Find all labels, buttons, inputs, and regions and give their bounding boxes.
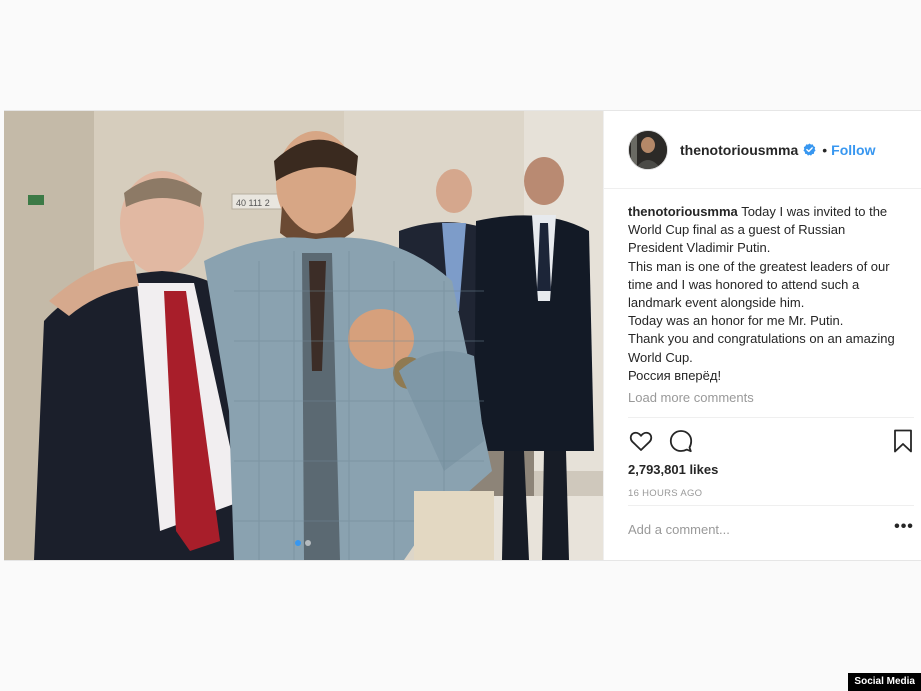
actions-divider xyxy=(628,417,914,453)
comment-input[interactable] xyxy=(628,518,868,540)
comment-bubble-icon[interactable] xyxy=(668,428,694,454)
separator-dot: • xyxy=(822,141,828,158)
bookmark-icon[interactable] xyxy=(890,428,916,454)
likes-count[interactable]: 2,793,801 likes xyxy=(628,462,718,477)
carousel-dot[interactable] xyxy=(305,540,311,546)
caption-line-2: This man is one of the greatest leaders … xyxy=(628,258,890,311)
caption-line-4: Thank you and congratulations on an amaz… xyxy=(628,331,895,365)
follow-button[interactable]: Follow xyxy=(831,142,875,158)
avatar-image xyxy=(629,130,667,169)
photo-illustration: 40 111 2 xyxy=(4,111,603,560)
heart-icon[interactable] xyxy=(628,428,654,454)
username-link[interactable]: thenotoriousmma xyxy=(680,142,798,158)
load-more-comments-link[interactable]: Load more comments xyxy=(628,390,754,405)
instagram-post: 40 111 2 thenotoriousmma • Follow thenot… xyxy=(4,110,921,561)
verified-badge-icon xyxy=(803,143,816,156)
carousel-indicator xyxy=(295,540,311,546)
avatar[interactable] xyxy=(628,129,668,170)
post-caption: thenotoriousmma Today I was invited to t… xyxy=(628,203,903,385)
more-options-icon[interactable]: ••• xyxy=(894,516,914,538)
post-sidebar: thenotoriousmma • Follow thenotoriousmma… xyxy=(603,111,921,560)
post-header: thenotoriousmma • Follow xyxy=(604,111,921,189)
action-bar xyxy=(628,428,914,456)
watermark-label: Social Media xyxy=(848,673,921,691)
carousel-dot-active[interactable] xyxy=(295,540,301,546)
caption-line-3: Today was an honor for me Mr. Putin. xyxy=(628,313,844,329)
comment-area: ••• xyxy=(628,505,914,561)
post-timestamp[interactable]: 16 HOURS AGO xyxy=(628,488,702,499)
caption-username[interactable]: thenotoriousmma xyxy=(628,204,738,219)
post-photo[interactable]: 40 111 2 xyxy=(4,111,603,560)
wall-sign-text: 40 111 2 xyxy=(236,198,270,208)
caption-line-5: Россия вперёд! xyxy=(628,367,722,383)
